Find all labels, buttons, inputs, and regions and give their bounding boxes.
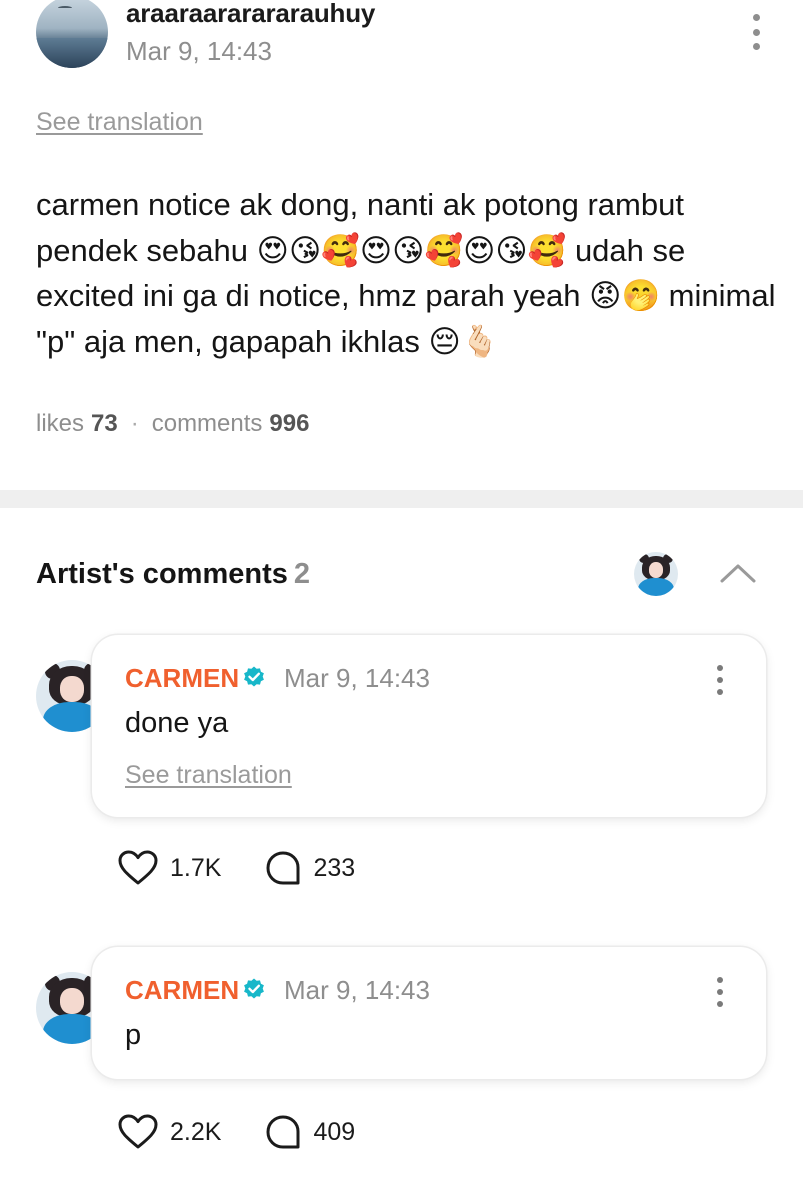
reply-button[interactable]: 409 bbox=[265, 1114, 355, 1150]
more-options-icon[interactable] bbox=[740, 10, 772, 54]
post: araaraararararauhuy Mar 9, 14:43 See tra… bbox=[0, 0, 803, 490]
comment-actions: 2.2K 409 bbox=[118, 1114, 355, 1150]
like-button[interactable]: 2.2K bbox=[118, 1114, 221, 1150]
artist-comments-label: Artist's comments bbox=[36, 558, 288, 590]
comment-card: CARMEN Mar 9, 14:43 p bbox=[92, 947, 766, 1079]
reply-count: 409 bbox=[313, 1117, 356, 1146]
like-count: 2.2K bbox=[170, 1117, 222, 1146]
verified-badge-icon bbox=[244, 978, 264, 999]
stats-separator: · bbox=[130, 410, 139, 437]
see-translation-link[interactable]: See translation bbox=[36, 108, 203, 137]
comment-actions: 1.7K 233 bbox=[118, 850, 355, 886]
reply-count: 233 bbox=[313, 853, 356, 882]
reply-button[interactable]: 233 bbox=[265, 850, 355, 886]
like-button[interactable]: 1.7K bbox=[118, 850, 221, 886]
comments-count[interactable]: 996 bbox=[269, 410, 309, 438]
likes-count: 73 bbox=[91, 410, 118, 437]
comment-timestamp: Mar 9, 14:43 bbox=[284, 975, 430, 1005]
verified-badge-icon bbox=[244, 666, 264, 687]
comment-text: done ya bbox=[125, 707, 229, 739]
artist-comments-count: 2 bbox=[293, 558, 310, 590]
post-author-name[interactable]: araaraararararauhuy bbox=[126, 0, 375, 29]
artist-comments-title: Artist's comments 2 bbox=[36, 558, 310, 591]
heart-icon bbox=[118, 850, 158, 885]
artist-avatar-small bbox=[634, 552, 678, 596]
post-stats: likes 73 · comments 996 bbox=[36, 410, 309, 438]
more-options-icon[interactable] bbox=[708, 977, 732, 1007]
comment-author-name[interactable]: CARMEN bbox=[125, 975, 239, 1006]
comment-text: p bbox=[125, 1019, 142, 1051]
section-divider bbox=[0, 490, 803, 508]
heart-icon bbox=[118, 1114, 158, 1149]
post-author-avatar[interactable] bbox=[36, 0, 108, 68]
comment-bubble-icon bbox=[266, 851, 300, 885]
post-body-text: carmen notice ak dong, nanti ak potong r… bbox=[36, 187, 776, 359]
likes-label: likes bbox=[36, 410, 85, 437]
comments-label[interactable]: comments bbox=[152, 410, 263, 438]
post-timestamp: Mar 9, 14:43 bbox=[126, 36, 272, 66]
comment-author-name[interactable]: CARMEN bbox=[125, 663, 239, 694]
comment-card: CARMEN Mar 9, 14:43 done ya See translat… bbox=[92, 635, 766, 817]
like-count: 1.7K bbox=[170, 853, 222, 882]
comment-bubble-icon bbox=[266, 1115, 300, 1149]
comment-timestamp: Mar 9, 14:43 bbox=[284, 663, 430, 693]
chevron-up-icon[interactable] bbox=[716, 558, 760, 588]
see-translation-link[interactable]: See translation bbox=[125, 761, 292, 790]
more-options-icon[interactable] bbox=[708, 665, 732, 695]
